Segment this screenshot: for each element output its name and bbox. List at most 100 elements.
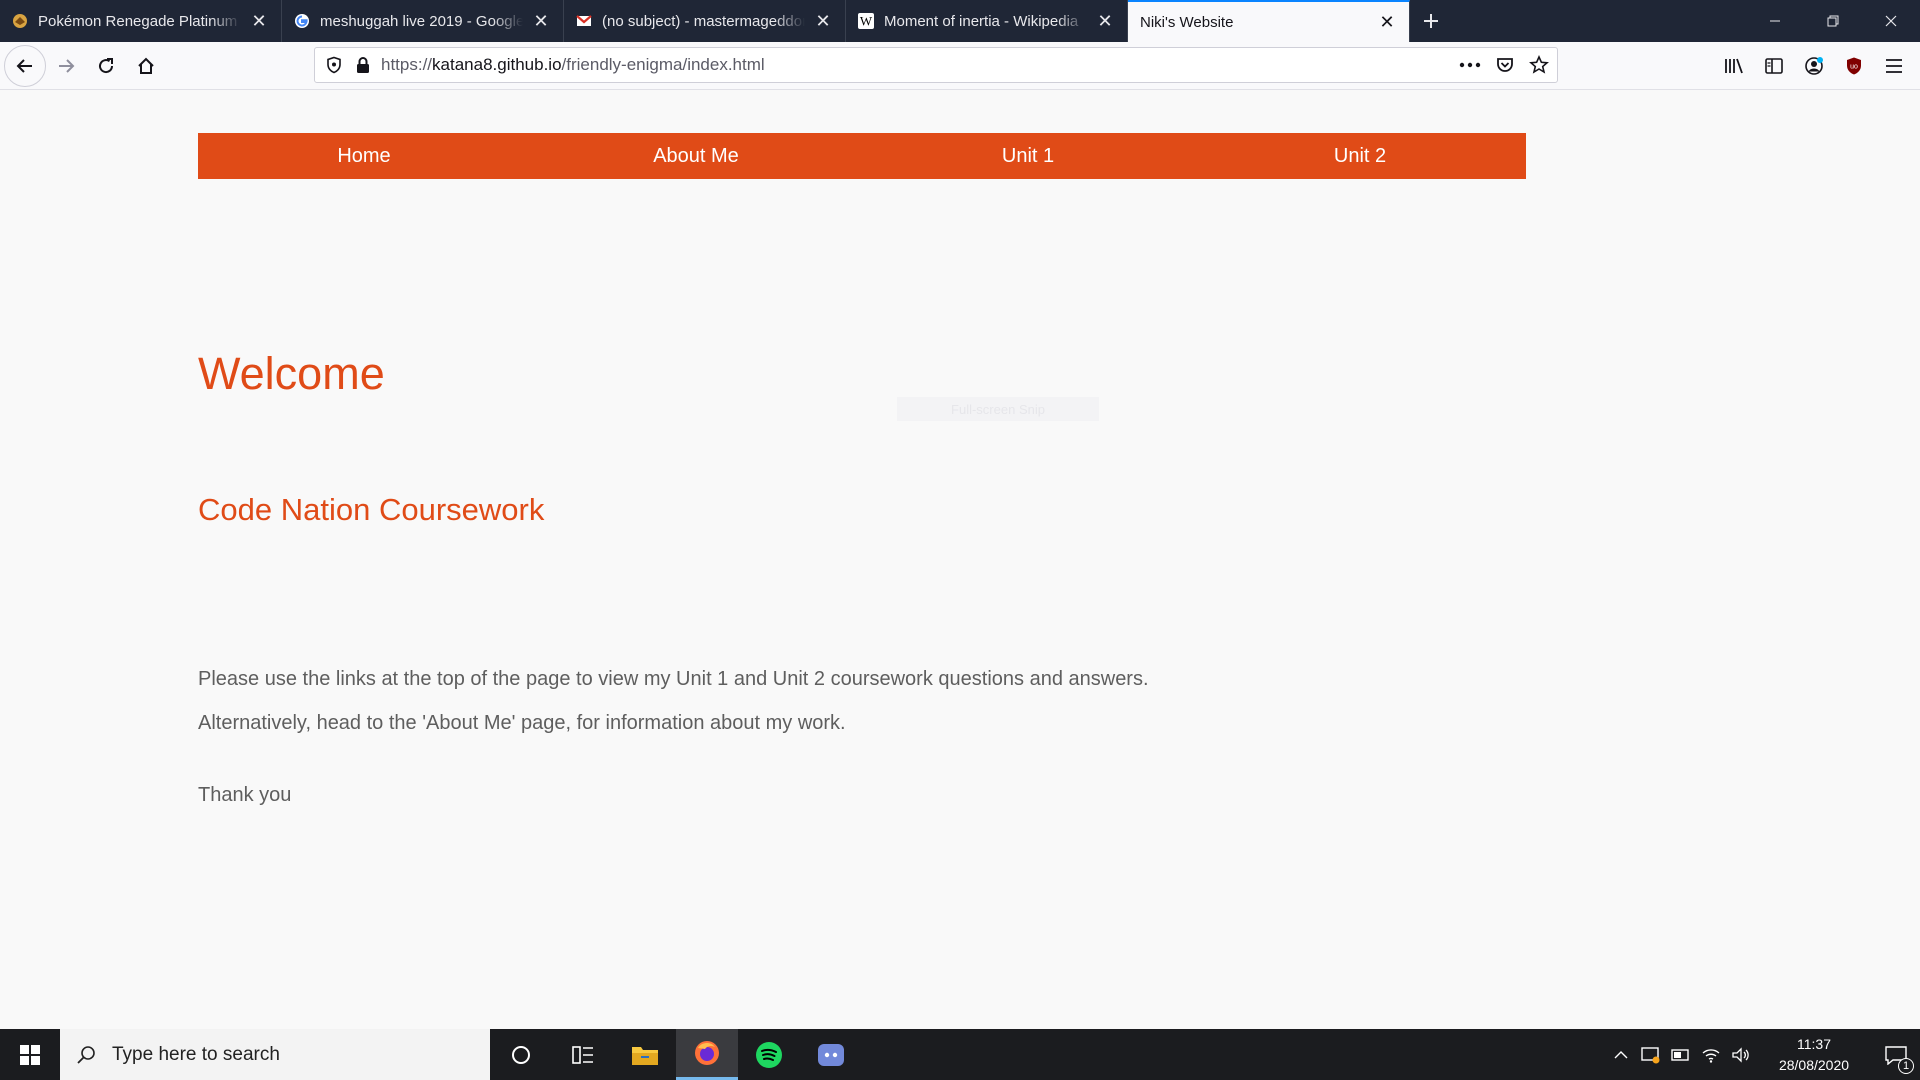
arrow-right-icon bbox=[59, 58, 75, 73]
search-icon bbox=[76, 1045, 96, 1065]
taskbar-clock[interactable]: 11:37 28/08/2020 bbox=[1764, 1034, 1864, 1076]
minimize-icon bbox=[1770, 20, 1780, 22]
sidebar-button[interactable] bbox=[1754, 46, 1794, 86]
close-icon[interactable]: ✕ bbox=[1095, 11, 1115, 31]
security-tray-button[interactable] bbox=[1636, 1029, 1666, 1080]
chevron-up-icon bbox=[1614, 1050, 1628, 1058]
back-button[interactable] bbox=[4, 44, 46, 87]
tab-wikipedia[interactable]: W Moment of inertia - Wikipedia ✕ bbox=[846, 0, 1128, 42]
volume-tray-button[interactable] bbox=[1726, 1029, 1756, 1080]
spotify-taskbar-button[interactable] bbox=[738, 1029, 800, 1080]
nav-link-unit-2[interactable]: Unit 2 bbox=[1194, 133, 1526, 179]
close-window-button[interactable] bbox=[1862, 0, 1920, 42]
new-tab-button[interactable] bbox=[1410, 0, 1452, 42]
google-favicon-icon bbox=[294, 13, 310, 29]
cortana-icon bbox=[512, 1045, 530, 1064]
toolbar-right: uo bbox=[1714, 42, 1920, 90]
url-host: katana8.github.io bbox=[432, 55, 562, 74]
ublock-origin-icon: uo bbox=[1847, 57, 1861, 75]
shield-icon[interactable] bbox=[325, 56, 343, 74]
nav-link-unit-1[interactable]: Unit 1 bbox=[862, 133, 1194, 179]
battery-icon bbox=[1671, 1048, 1689, 1061]
windows-logo-icon bbox=[20, 1044, 40, 1065]
navigation-toolbar: https://katana8.github.io/friendly-enigm… bbox=[0, 42, 1920, 90]
svg-text:W: W bbox=[860, 14, 873, 29]
tab-title: Pokémon Renegade Platinum W bbox=[38, 12, 241, 30]
notification-count-badge: 1 bbox=[1898, 1058, 1914, 1074]
tab-title: Moment of inertia - Wikipedia bbox=[884, 12, 1079, 30]
nav-link-home[interactable]: Home bbox=[198, 133, 530, 179]
hamburger-menu-icon bbox=[1886, 59, 1902, 73]
show-hidden-icons-button[interactable] bbox=[1606, 1029, 1636, 1080]
pokemon-favicon-icon bbox=[12, 13, 28, 29]
forward-button[interactable] bbox=[46, 46, 86, 86]
speaker-icon bbox=[1732, 1046, 1749, 1063]
close-icon[interactable]: ✕ bbox=[813, 11, 833, 31]
sidebar-icon bbox=[1765, 58, 1783, 74]
lock-icon[interactable] bbox=[355, 56, 371, 74]
battery-tray-button[interactable] bbox=[1666, 1029, 1696, 1080]
clock-date: 28/08/2020 bbox=[1778, 1056, 1850, 1073]
discord-icon bbox=[818, 1043, 844, 1066]
reload-icon bbox=[99, 57, 114, 73]
folder-icon bbox=[632, 1046, 658, 1065]
address-bar[interactable]: https://katana8.github.io/friendly-enigm… bbox=[314, 47, 1558, 83]
pocket-icon[interactable] bbox=[1495, 55, 1515, 75]
url-text[interactable]: https://katana8.github.io/friendly-enigm… bbox=[381, 55, 765, 75]
site-nav-bar: Home About Me Unit 1 Unit 2 bbox=[198, 133, 1526, 179]
home-icon bbox=[138, 57, 154, 74]
close-icon bbox=[1885, 15, 1897, 27]
tab-title: (no subject) - mastermageddon bbox=[602, 12, 805, 30]
tab-google[interactable]: meshuggah live 2019 - Google ✕ bbox=[282, 0, 564, 42]
tab-pokemon[interactable]: Pokémon Renegade Platinum W ✕ bbox=[0, 0, 282, 42]
page-subtitle: Code Nation Coursework bbox=[198, 492, 545, 527]
taskbar-search-box[interactable]: Type here to search bbox=[60, 1029, 490, 1080]
close-icon[interactable]: ✕ bbox=[1377, 12, 1397, 32]
system-tray: 11:37 28/08/2020 1 bbox=[1606, 1029, 1920, 1080]
address-bar-actions bbox=[1459, 48, 1549, 82]
windows-security-icon bbox=[1641, 1046, 1660, 1063]
cortana-button[interactable] bbox=[490, 1029, 552, 1080]
clock-time: 11:37 bbox=[1797, 1035, 1831, 1052]
snip-overlay-label: Full-screen Snip bbox=[897, 397, 1099, 421]
windows-taskbar: Type here to search 11:37 28/08/2020 1 bbox=[0, 1029, 1920, 1080]
plus-icon bbox=[1424, 14, 1438, 28]
account-icon bbox=[1805, 57, 1823, 75]
minimize-button[interactable] bbox=[1746, 0, 1804, 42]
ublock-button[interactable]: uo bbox=[1834, 46, 1874, 86]
spotify-icon bbox=[756, 1041, 782, 1068]
window-controls bbox=[1746, 0, 1920, 42]
nav-link-about-me[interactable]: About Me bbox=[530, 133, 862, 179]
wifi-icon bbox=[1702, 1048, 1720, 1063]
url-prefix: https:// bbox=[381, 55, 433, 74]
home-button[interactable] bbox=[126, 46, 166, 86]
menu-button[interactable] bbox=[1874, 46, 1914, 86]
start-button[interactable] bbox=[0, 1029, 60, 1080]
browser-tab-strip: Pokémon Renegade Platinum W ✕ meshuggah … bbox=[0, 0, 1920, 42]
tab-gmail[interactable]: (no subject) - mastermageddon ✕ bbox=[564, 0, 846, 42]
intro-paragraph: Please use the links at the top of the p… bbox=[198, 668, 1149, 690]
discord-taskbar-button[interactable] bbox=[800, 1029, 862, 1080]
account-button[interactable] bbox=[1794, 46, 1834, 86]
reload-button[interactable] bbox=[86, 46, 126, 86]
firefox-icon bbox=[695, 1041, 719, 1065]
url-path: /friendly-enigma/index.html bbox=[561, 55, 765, 74]
restore-button[interactable] bbox=[1804, 0, 1862, 42]
page-actions-icon[interactable] bbox=[1459, 62, 1481, 68]
bookmark-star-icon[interactable] bbox=[1529, 55, 1549, 75]
close-icon[interactable]: ✕ bbox=[249, 11, 269, 31]
firefox-taskbar-button[interactable] bbox=[676, 1029, 738, 1080]
library-button[interactable] bbox=[1714, 46, 1754, 86]
action-center-button[interactable]: 1 bbox=[1872, 1029, 1920, 1080]
tab-title: meshuggah live 2019 - Google bbox=[320, 12, 523, 30]
web-page: Home About Me Unit 1 Unit 2 Welcome Full… bbox=[0, 91, 1920, 1029]
restore-icon bbox=[1827, 15, 1839, 27]
gmail-favicon-icon bbox=[576, 13, 592, 29]
network-tray-button[interactable] bbox=[1696, 1029, 1726, 1080]
tab-nikis-website[interactable]: Niki's Website ✕ bbox=[1128, 0, 1410, 42]
close-icon[interactable]: ✕ bbox=[531, 11, 551, 31]
task-view-button[interactable] bbox=[552, 1029, 614, 1080]
wikipedia-favicon-icon: W bbox=[858, 13, 874, 29]
file-explorer-button[interactable] bbox=[614, 1029, 676, 1080]
arrow-left-icon bbox=[16, 58, 32, 73]
